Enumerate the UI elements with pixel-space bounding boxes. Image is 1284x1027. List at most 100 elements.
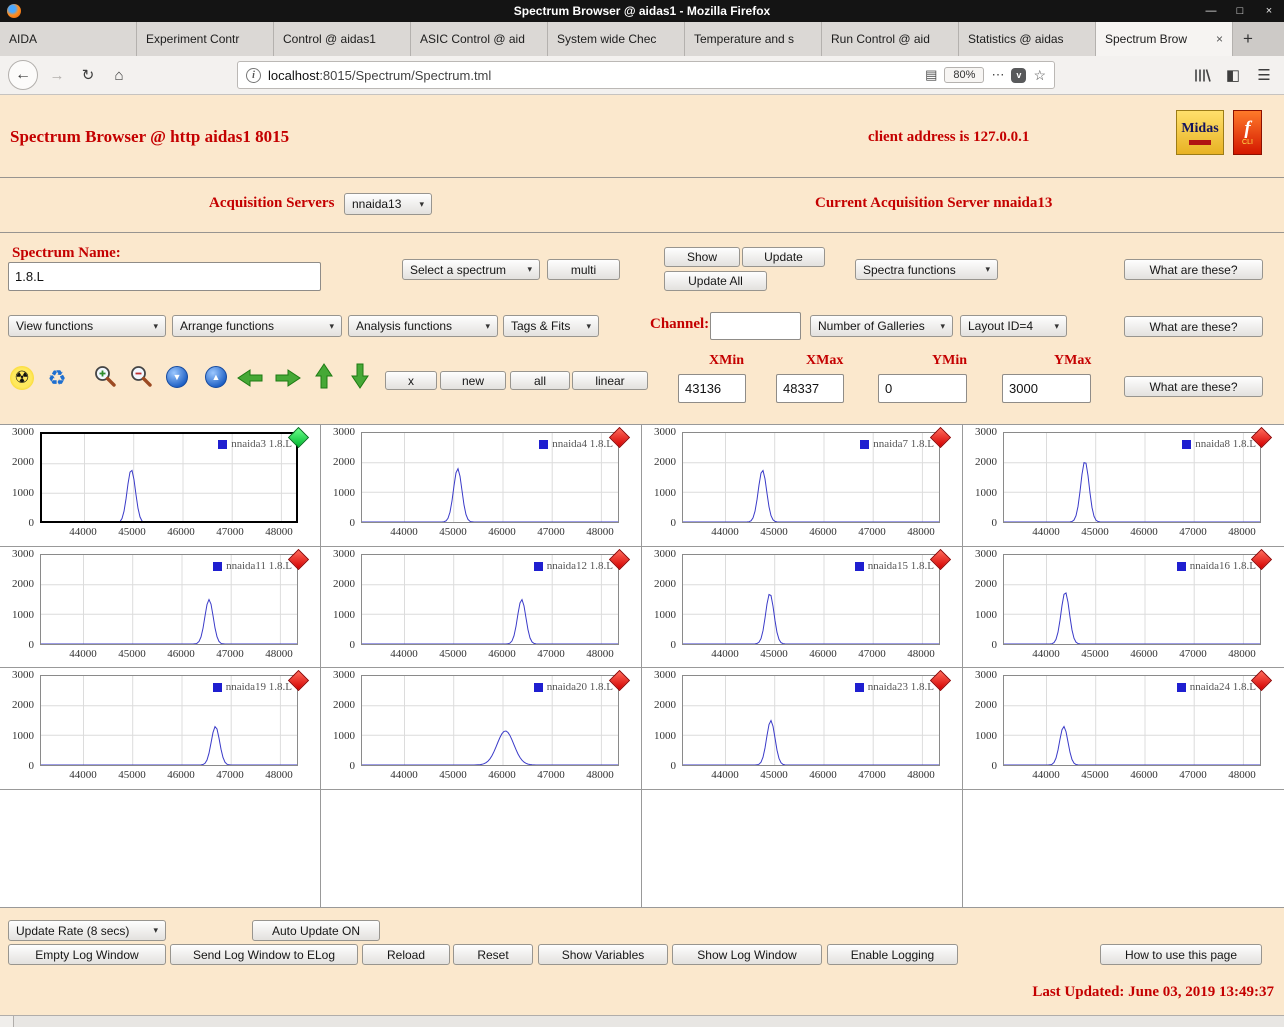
- back-button[interactable]: ←: [8, 60, 38, 90]
- url-bar[interactable]: i localhost:8015/Spectrum/Spectrum.tml ▤…: [237, 61, 1055, 89]
- reload-button[interactable]: ↻: [76, 63, 100, 87]
- recycle-icon[interactable]: ♻: [44, 365, 70, 391]
- maximize-button[interactable]: □: [1233, 5, 1247, 17]
- library-icon[interactable]: [1190, 63, 1214, 87]
- pocket-icon[interactable]: v: [1011, 68, 1026, 83]
- close-button[interactable]: ×: [1262, 5, 1276, 17]
- x-button[interactable]: x: [385, 371, 437, 390]
- fcli-logo-text: f: [1244, 119, 1250, 139]
- send-log-window-to-elog-button[interactable]: Send Log Window to ELog: [170, 944, 358, 965]
- chart-cell-nnaida11[interactable]: 3000200010000nnaida11 1.8.L4400045000460…: [0, 547, 321, 668]
- acquisition-server-select[interactable]: nnaida13 ▾: [344, 193, 432, 215]
- dropdown-label: Layout ID=4: [968, 319, 1033, 333]
- legend-label: nnaida7 1.8.L: [873, 438, 934, 450]
- chart-cell-nnaida19[interactable]: 3000200010000nnaida19 1.8.L4400045000460…: [0, 668, 321, 790]
- enable-logging-button[interactable]: Enable Logging: [827, 944, 958, 965]
- sidebar-icon[interactable]: ◧: [1221, 63, 1245, 87]
- what-are-these-button-2[interactable]: What are these?: [1124, 316, 1263, 337]
- multi-button[interactable]: multi: [547, 259, 620, 280]
- view-functions-dropdown[interactable]: View functions▾: [8, 315, 166, 337]
- site-info-icon[interactable]: i: [246, 68, 261, 83]
- channel-input[interactable]: [710, 312, 801, 340]
- tab-aida[interactable]: AIDA: [0, 22, 137, 56]
- ymax-input[interactable]: [1002, 374, 1091, 403]
- select-spectrum-dropdown[interactable]: Select a spectrum ▾: [402, 259, 540, 280]
- zoom-out-icon[interactable]: [128, 363, 154, 389]
- show-variables-button[interactable]: Show Variables: [538, 944, 668, 965]
- show-log-window-button[interactable]: Show Log Window: [672, 944, 822, 965]
- chart-cell-nnaida24[interactable]: 3000200010000nnaida24 1.8.L4400045000460…: [963, 668, 1284, 790]
- minimize-button[interactable]: —: [1204, 5, 1218, 17]
- chart-legend: nnaida24 1.8.L: [1177, 681, 1256, 693]
- tab-temperature-and-s[interactable]: Temperature and s: [685, 22, 822, 56]
- analysis-functions-dropdown[interactable]: Analysis functions▾: [348, 315, 498, 337]
- linear-button[interactable]: linear: [572, 371, 648, 390]
- new-button[interactable]: new: [440, 371, 506, 390]
- empty-log-window-button[interactable]: Empty Log Window: [8, 944, 166, 965]
- spectra-functions-dropdown[interactable]: Spectra functions ▾: [855, 259, 998, 280]
- menu-icon[interactable]: ☰: [1252, 63, 1276, 87]
- layout-id-dropdown[interactable]: Layout ID=4▾: [960, 315, 1067, 337]
- home-button[interactable]: ⌂: [107, 63, 131, 87]
- y-axis-label: 0: [0, 639, 34, 651]
- number-of-galleries-dropdown[interactable]: Number of Galleries▾: [810, 315, 953, 337]
- what-are-these-button-1[interactable]: What are these?: [1124, 259, 1263, 280]
- chart-cell-nnaida4[interactable]: 3000200010000nnaida4 1.8.L44000450004600…: [321, 425, 642, 547]
- x-axis-label: 45000: [1073, 769, 1117, 781]
- move-up-icon[interactable]: [314, 362, 334, 390]
- update-rate-dropdown[interactable]: Update Rate (8 secs)▾: [8, 920, 166, 941]
- scroll-down-icon[interactable]: ▼: [166, 366, 188, 388]
- auto-update-button[interactable]: Auto Update ON: [252, 920, 380, 941]
- caret-icon: ▾: [153, 321, 158, 332]
- tab-control-aidas1[interactable]: Control @ aidas1: [274, 22, 411, 56]
- tab-experiment-contr[interactable]: Experiment Contr: [137, 22, 274, 56]
- last-updated-text: Last Updated: June 03, 2019 13:49:37: [1032, 984, 1274, 1001]
- button-label: Reload: [387, 948, 425, 962]
- tab-asic-control-aid[interactable]: ASIC Control @ aid: [411, 22, 548, 56]
- new-tab-button[interactable]: +: [1233, 22, 1263, 56]
- zoom-level-indicator[interactable]: 80%: [944, 67, 984, 83]
- ymin-input[interactable]: [878, 374, 967, 403]
- chart-cell-nnaida8[interactable]: 3000200010000nnaida8 1.8.L44000450004600…: [963, 425, 1284, 547]
- update-button[interactable]: Update: [742, 247, 825, 267]
- chart-cell-nnaida12[interactable]: 3000200010000nnaida12 1.8.L4400045000460…: [321, 547, 642, 668]
- horizontal-scrollbar[interactable]: [0, 1015, 1284, 1027]
- scroll-up-icon[interactable]: ▲: [205, 366, 227, 388]
- chart-cell-nnaida23[interactable]: 3000200010000nnaida23 1.8.L4400045000460…: [642, 668, 963, 790]
- tags-fits-dropdown[interactable]: Tags & Fits▾: [503, 315, 599, 337]
- forward-button[interactable]: →: [45, 63, 69, 87]
- radiation-icon[interactable]: ☢: [10, 366, 34, 390]
- reader-mode-icon[interactable]: ▤: [925, 67, 937, 83]
- update-all-button[interactable]: Update All: [664, 271, 767, 291]
- chart-cell-nnaida7[interactable]: 3000200010000nnaida7 1.8.L44000450004600…: [642, 425, 963, 547]
- chart-cell-nnaida20[interactable]: 3000200010000nnaida20 1.8.L4400045000460…: [321, 668, 642, 790]
- how-to-use-button[interactable]: How to use this page: [1100, 944, 1262, 965]
- tab-statistics-aidas[interactable]: Statistics @ aidas: [959, 22, 1096, 56]
- x-axis-label: 46000: [1122, 769, 1166, 781]
- y-axis-label: 2000: [321, 578, 355, 590]
- reload-button[interactable]: Reload: [362, 944, 450, 965]
- tab-spectrum-brow[interactable]: Spectrum Brow×: [1096, 22, 1233, 56]
- bookmark-star-icon[interactable]: ☆: [1033, 67, 1046, 84]
- tab-system-wide-chec[interactable]: System wide Chec: [548, 22, 685, 56]
- button-label: Auto Update ON: [272, 924, 360, 938]
- url-text[interactable]: localhost:8015/Spectrum/Spectrum.tml: [268, 68, 918, 83]
- chart-cell-nnaida16[interactable]: 3000200010000nnaida16 1.8.L4400045000460…: [963, 547, 1284, 668]
- what-are-these-button-3[interactable]: What are these?: [1124, 376, 1263, 397]
- reset-button[interactable]: Reset: [453, 944, 533, 965]
- chart-cell-nnaida3[interactable]: 3000200010000nnaida3 1.8.L44000450004600…: [0, 425, 321, 547]
- chart-cell-nnaida15[interactable]: 3000200010000nnaida15 1.8.L4400045000460…: [642, 547, 963, 668]
- xmin-input[interactable]: [678, 374, 746, 403]
- show-button[interactable]: Show: [664, 247, 740, 267]
- zoom-in-icon[interactable]: [92, 363, 118, 389]
- all-button[interactable]: all: [510, 371, 570, 390]
- tab-close-icon[interactable]: ×: [1216, 32, 1223, 46]
- move-left-icon[interactable]: [236, 368, 264, 388]
- move-right-icon[interactable]: [274, 368, 302, 388]
- arrange-functions-dropdown[interactable]: Arrange functions▾: [172, 315, 342, 337]
- spectrum-name-input[interactable]: [8, 262, 321, 291]
- tab-run-control-aid[interactable]: Run Control @ aid: [822, 22, 959, 56]
- page-actions-icon[interactable]: ⋯: [991, 67, 1004, 83]
- move-down-icon[interactable]: [350, 362, 370, 390]
- xmax-input[interactable]: [776, 374, 844, 403]
